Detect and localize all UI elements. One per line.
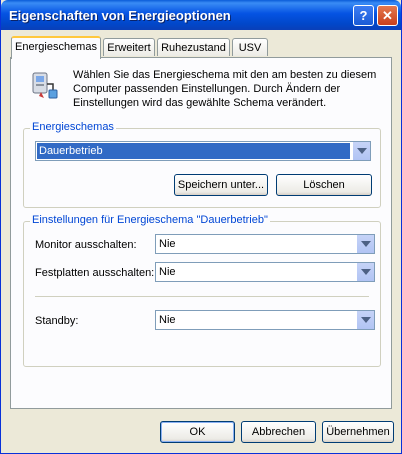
- monitor-select[interactable]: Nie: [155, 234, 375, 254]
- tab-erweitert[interactable]: Erweitert: [103, 38, 155, 56]
- ok-button[interactable]: OK: [160, 421, 235, 443]
- disks-label: Festplatten ausschalten:: [35, 267, 155, 279]
- schemes-group: Energieschemas Dauerbetrieb Speichern un…: [23, 121, 381, 208]
- cancel-button[interactable]: Abbrechen: [241, 421, 316, 443]
- chevron-down-icon[interactable]: [352, 142, 370, 160]
- standby-select[interactable]: Nie: [155, 310, 375, 330]
- standby-select-value: Nie: [159, 314, 176, 326]
- apply-button[interactable]: Übernehmen: [322, 421, 394, 443]
- delete-button[interactable]: Löschen: [276, 174, 372, 196]
- close-button[interactable]: ✕: [377, 5, 398, 26]
- schemes-group-label: Energieschemas: [30, 121, 116, 133]
- tab-energieschemas[interactable]: Energieschemas: [11, 36, 101, 59]
- scheme-select-value: Dauerbetrieb: [37, 143, 350, 159]
- window-title: Eigenschaften von Energieoptionen: [9, 8, 231, 23]
- save-as-button[interactable]: Speichern unter...: [174, 174, 268, 196]
- chevron-down-icon[interactable]: [356, 311, 374, 329]
- disks-select-value: Nie: [159, 266, 176, 278]
- settings-group-label: Einstellungen für Energieschema "Dauerbe…: [30, 214, 270, 226]
- title-bar[interactable]: Eigenschaften von Energieoptionen ? ✕: [1, 0, 401, 30]
- chevron-down-icon[interactable]: [356, 263, 374, 281]
- monitor-label: Monitor ausschalten:: [35, 239, 137, 251]
- chevron-down-icon[interactable]: [356, 235, 374, 253]
- disks-select[interactable]: Nie: [155, 262, 375, 282]
- tab-ruhezustand[interactable]: Ruhezustand: [157, 38, 230, 56]
- settings-group: Einstellungen für Energieschema "Dauerbe…: [23, 214, 381, 367]
- help-button[interactable]: ?: [353, 5, 374, 26]
- monitor-select-value: Nie: [159, 238, 176, 250]
- power-options-window: Eigenschaften von Energieoptionen ? ✕ En…: [0, 0, 402, 454]
- power-options-icon: [32, 72, 58, 99]
- description-text: Wählen Sie das Energieschema mit den am …: [73, 69, 377, 109]
- divider: [35, 296, 369, 297]
- scheme-select[interactable]: Dauerbetrieb: [35, 141, 371, 161]
- standby-label: Standby:: [35, 315, 79, 327]
- tab-usv[interactable]: USV: [232, 38, 268, 56]
- tab-panel: Wählen Sie das Energieschema mit den am …: [10, 57, 392, 409]
